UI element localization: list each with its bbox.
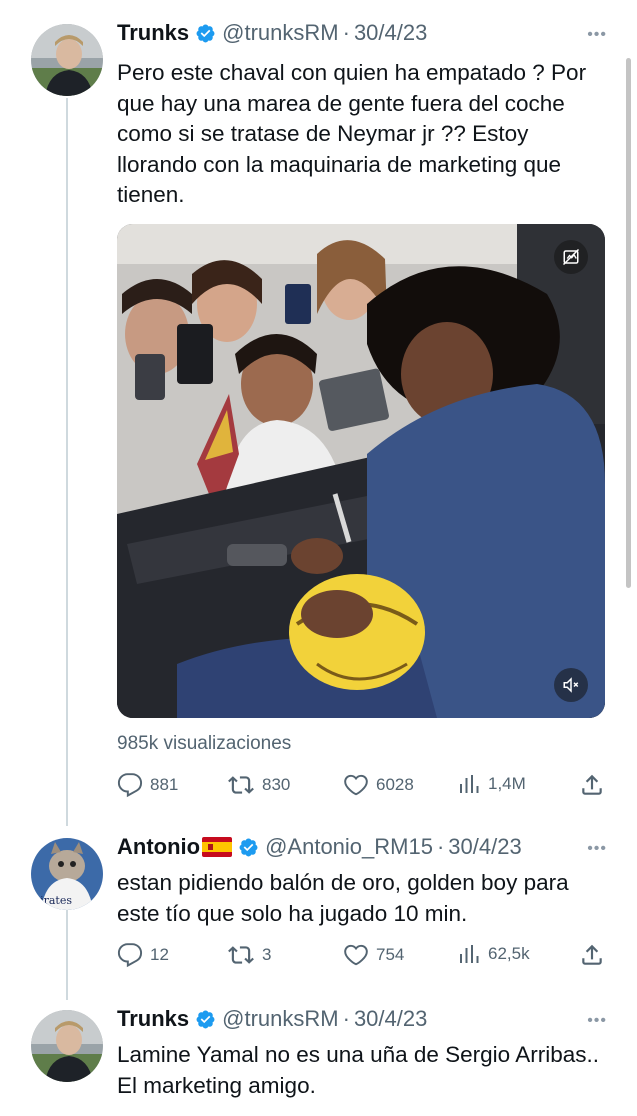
handle[interactable]: @trunksRM	[222, 20, 338, 46]
analytics-icon	[460, 775, 479, 793]
views-count: 1,4M	[488, 774, 526, 793]
more-options-icon[interactable]: •••	[587, 26, 607, 44]
reply-button[interactable]: 12	[117, 942, 169, 968]
tweet[interactable]: Trunks @trunksRM · 30/4/23 ••• Lamine Ya…	[0, 1000, 637, 1116]
avatar-text: nirates	[33, 894, 72, 907]
analytics-icon	[460, 945, 479, 963]
tweet-header: Trunks @trunksRM · 30/4/23	[117, 1006, 427, 1032]
reply-count: 881	[150, 775, 179, 794]
timestamp[interactable]: 30/4/23	[354, 1006, 427, 1032]
avatar[interactable]	[31, 1010, 103, 1082]
action-bar: 881 830 6028 1,4M	[117, 772, 607, 800]
tweet-text: estan pidiendo balón de oro, golden boy …	[117, 870, 569, 926]
retweet-icon	[228, 946, 254, 964]
views-count: 62,5k	[488, 944, 530, 963]
heart-icon	[344, 774, 368, 796]
reply-button[interactable]: 881	[117, 772, 178, 798]
more-options-icon[interactable]: •••	[587, 840, 607, 858]
tweet-text: Lamine Yamal no es una uña de Sergio Arr…	[117, 1042, 599, 1098]
tweet-text: Pero este chaval con quien ha empatado ?…	[117, 60, 587, 207]
timestamp[interactable]: 30/4/23	[448, 834, 521, 860]
tweet-video[interactable]	[117, 224, 605, 718]
views-button[interactable]: 62,5k	[457, 942, 530, 966]
spain-flag-icon	[202, 837, 233, 857]
verified-badge-icon	[196, 24, 215, 42]
retweet-button[interactable]: 3	[227, 942, 271, 968]
view-count-text[interactable]: 985k visualizaciones	[117, 733, 291, 755]
like-count: 754	[376, 945, 405, 964]
avatar[interactable]: nirates	[31, 838, 103, 910]
share-button[interactable]	[579, 772, 605, 798]
verified-badge-icon	[196, 1010, 215, 1028]
retweet-icon	[228, 776, 254, 794]
sensitive-content-icon[interactable]	[554, 240, 588, 274]
more-options-icon[interactable]: •••	[587, 1012, 607, 1030]
avatar[interactable]	[31, 24, 103, 96]
views-button[interactable]: 1,4M	[457, 772, 526, 796]
separator: ·	[436, 834, 445, 859]
like-button[interactable]: 6028	[343, 772, 414, 798]
reply-icon	[117, 943, 143, 968]
handle[interactable]: @Antonio_RM15	[265, 834, 433, 860]
tweet-header: Antonio @Antonio_RM15 · 30/4/23	[117, 834, 522, 860]
tweet[interactable]: nirates Antonio @Antonio_RM15 · 30/4/23 …	[0, 830, 637, 1000]
share-icon	[582, 944, 602, 965]
reply-icon	[117, 773, 143, 798]
share-button[interactable]	[579, 942, 605, 968]
tweet[interactable]: Trunks @trunksRM · 30/4/23 ••• Pero este…	[0, 0, 637, 830]
handle[interactable]: @trunksRM	[222, 1006, 338, 1032]
like-button[interactable]: 754	[343, 942, 404, 968]
like-count: 6028	[376, 775, 414, 794]
separator: ·	[342, 20, 350, 45]
separator: ·	[342, 1006, 350, 1031]
retweet-count: 3	[262, 945, 272, 964]
display-name[interactable]: Trunks	[117, 1006, 189, 1032]
heart-icon	[344, 944, 368, 966]
share-icon	[582, 774, 602, 795]
tweet-header: Trunks @trunksRM · 30/4/23	[117, 20, 427, 46]
verified-badge-icon	[239, 838, 258, 856]
retweet-count: 830	[262, 775, 291, 794]
mute-icon[interactable]	[554, 668, 588, 702]
retweet-button[interactable]: 830	[227, 772, 290, 798]
display-name[interactable]: Trunks	[117, 20, 189, 46]
video-frame	[117, 224, 605, 718]
action-bar: 12 3 754 62,5k	[117, 942, 607, 970]
timestamp[interactable]: 30/4/23	[354, 20, 427, 46]
reply-count: 12	[150, 945, 169, 964]
display-name[interactable]: Antonio	[117, 834, 200, 860]
